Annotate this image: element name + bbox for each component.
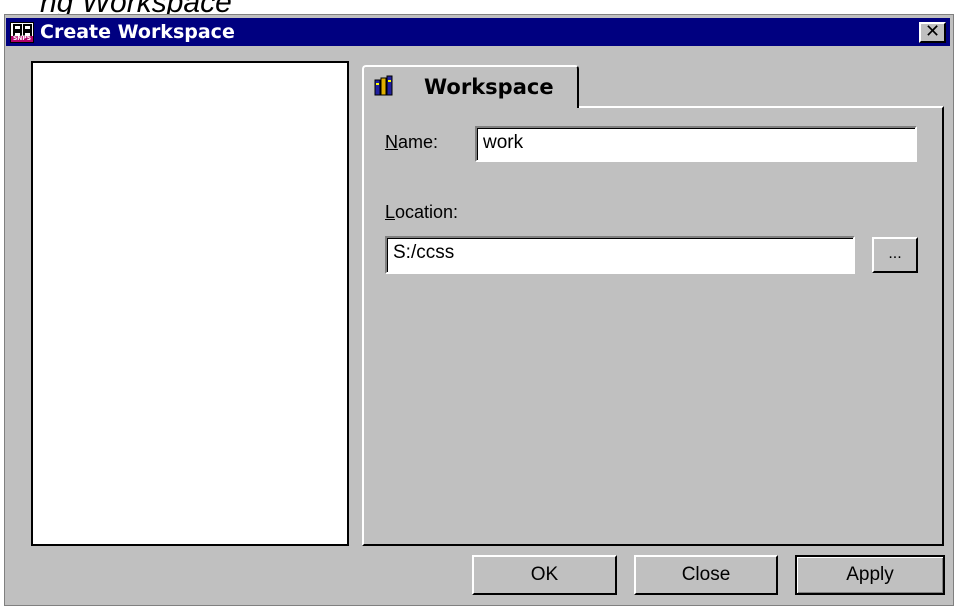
window-title: Create Workspace xyxy=(40,21,235,43)
location-label-text: ocation: xyxy=(395,202,459,222)
app-icon: SNPS xyxy=(10,22,34,43)
app-icon-text: SNPS xyxy=(11,35,33,42)
close-window-button[interactable]: ✕ xyxy=(919,22,946,43)
browse-button[interactable]: ... xyxy=(872,237,918,273)
apply-button[interactable]: Apply xyxy=(795,555,945,595)
ok-button[interactable]: OK xyxy=(472,555,617,595)
tab-label: Workspace xyxy=(424,75,554,99)
tab-page-workspace xyxy=(362,106,944,546)
name-label-mnemonic: N xyxy=(385,132,398,152)
workspace-tree-pane[interactable] xyxy=(31,61,349,546)
location-label: Location: xyxy=(385,202,458,223)
tab-workspace[interactable]: Workspace xyxy=(362,65,579,108)
location-input[interactable]: S:/ccss xyxy=(385,236,855,274)
name-label: Name: xyxy=(385,132,438,153)
books-icon xyxy=(374,75,393,96)
name-label-text: ame: xyxy=(398,132,439,152)
location-label-mnemonic: L xyxy=(385,202,396,222)
close-button[interactable]: Close xyxy=(634,555,778,595)
name-input[interactable]: work xyxy=(475,126,917,162)
